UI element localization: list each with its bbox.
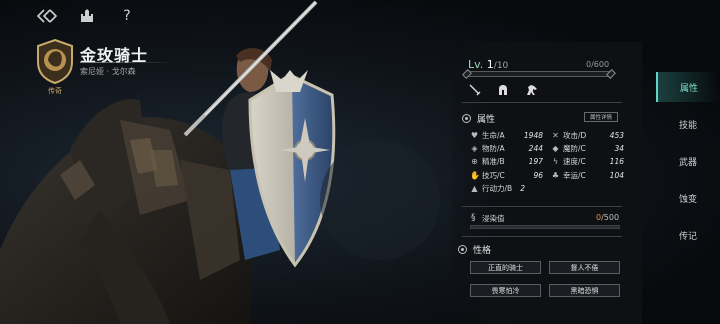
stat-label: 物防/A: [482, 144, 505, 154]
stat-value: 104: [609, 170, 624, 180]
trait-tag[interactable]: 畏寒怕冷: [470, 284, 541, 297]
stat-label: 攻击/D: [563, 131, 587, 141]
rarity-label: 传奇: [48, 87, 62, 95]
horse-icon: [524, 83, 538, 97]
stat-luck: ♣ 幸运/C 104: [551, 170, 624, 180]
infection-max: /500: [601, 213, 620, 222]
stat-mobility: ▲ 行动力/B 2: [470, 183, 543, 193]
traits-grid: 正直的骑士 督人不倦 畏寒怕冷 黑暗恐惧: [470, 261, 620, 297]
lion-crest-icon: [37, 38, 73, 84]
stat-value: 453: [609, 131, 624, 141]
double-chevron-back-icon[interactable]: [36, 5, 58, 27]
infection-value: 0/500: [596, 213, 619, 222]
level-max: /10: [493, 61, 509, 71]
stat-label: 速度/C: [563, 157, 586, 167]
divider: [462, 206, 622, 207]
stats-grid: ♥ 生命/A 1948 ✕ 攻击/D 453 ◈ 物防/A 244 ◆ 魔防/C 34 ⊕ 精准/…: [470, 131, 624, 193]
stat-speed: ϟ 速度/C 116: [551, 157, 624, 167]
level-prefix: Lv.: [468, 58, 484, 71]
character-subtitle: 索尼娅 · 戈尔森: [80, 67, 136, 76]
tab-corruption[interactable]: 蚀变: [656, 183, 720, 213]
stat-value: 34: [614, 144, 624, 154]
skill-icon: ✋: [470, 170, 480, 180]
crossed-swords-icon: ✕: [552, 131, 559, 141]
class-icons: [468, 83, 538, 97]
stat-value: 2: [520, 183, 525, 193]
stat-label: 幸运/C: [563, 170, 586, 180]
tab-attributes[interactable]: 属性: [656, 72, 720, 102]
stat-hp: ♥ 生命/A 1948: [470, 131, 543, 141]
stat-value: 116: [609, 157, 624, 167]
stat-label: 行动力/B: [482, 183, 513, 193]
stat-value: 244: [528, 144, 543, 154]
stat-label: 魔防/C: [563, 144, 586, 154]
infection-bar: [470, 225, 620, 229]
trait-tag[interactable]: 正直的骑士: [470, 261, 541, 274]
help-button[interactable]: ?: [116, 5, 138, 27]
stat-magic-defense: ◆ 魔防/C 34: [551, 144, 624, 154]
magic-shield-icon: ◆: [552, 144, 559, 154]
stat-accuracy: ⊕ 精准/B 197: [470, 157, 543, 167]
exp-bar: [466, 71, 612, 77]
trait-tag[interactable]: 督人不倦: [549, 261, 620, 274]
stat-value: 1948: [523, 131, 543, 141]
tab-skills[interactable]: 技能: [656, 109, 720, 139]
divider: [462, 236, 622, 237]
stat-label: 生命/A: [482, 131, 505, 141]
trait-tag[interactable]: 黑暗恐惧: [549, 284, 620, 297]
stat-label: 精准/B: [482, 157, 505, 167]
stat-attack: ✕ 攻击/D 453: [551, 131, 624, 141]
stat-physical-defense: ◈ 物防/A 244: [470, 144, 543, 154]
boot-icon: ▲: [471, 183, 478, 193]
attributes-header: 属性: [462, 112, 495, 125]
game-screen: ? 传奇 金玫骑士 索尼娅 · 戈尔森 Lv. 1/10 0/600 属性 属性…: [0, 0, 720, 324]
traits-header: 性格: [458, 243, 491, 256]
heart-icon: ♥: [470, 131, 479, 141]
exp-text: 0/600: [586, 60, 610, 69]
sword-icon: [468, 83, 482, 97]
tab-weapons[interactable]: 武器: [656, 146, 720, 176]
divider: [462, 102, 622, 103]
infection-icon: §: [471, 213, 476, 223]
clover-icon: ♣: [551, 170, 560, 180]
crosshair-icon: ⊕: [471, 157, 478, 167]
name-divider: [80, 62, 172, 63]
section-bullet-icon: [458, 245, 467, 254]
top-toolbar: ?: [36, 5, 138, 27]
castle-icon[interactable]: [76, 5, 98, 27]
stat-value: 96: [533, 170, 543, 180]
infection-label: 浸染值: [482, 214, 505, 223]
section-bullet-icon: [462, 114, 471, 123]
level-display: Lv. 1/10: [468, 58, 508, 71]
stat-label: 技巧/C: [482, 170, 505, 180]
attribute-detail-button[interactable]: 属性详情: [584, 112, 618, 122]
helmet-icon: [496, 83, 510, 97]
level-current: 1: [486, 58, 494, 71]
shield-icon: ◈: [471, 144, 478, 154]
attributes-title: 属性: [477, 115, 496, 125]
lightning-icon: ϟ: [552, 157, 559, 167]
stat-value: 197: [528, 157, 543, 167]
traits-title: 性格: [473, 246, 492, 256]
tab-biography[interactable]: 传记: [656, 220, 720, 250]
stat-skill: ✋ 技巧/C 96: [470, 170, 543, 180]
